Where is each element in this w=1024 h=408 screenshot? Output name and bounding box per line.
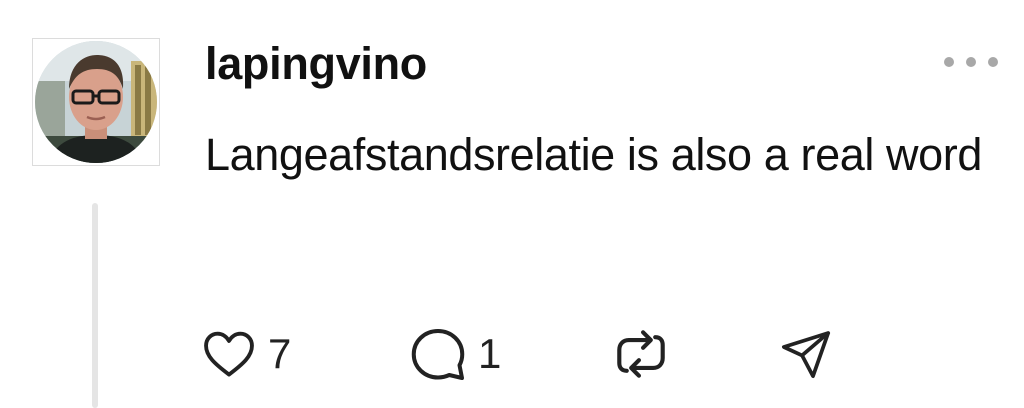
share-button[interactable] (778, 314, 834, 394)
more-horizontal-icon (944, 57, 954, 67)
thread-line (92, 203, 98, 408)
more-options-button[interactable] (944, 50, 998, 74)
like-count: 7 (268, 330, 292, 377)
more-horizontal-icon-dot (966, 57, 976, 67)
avatar[interactable] (32, 38, 160, 166)
username[interactable]: lapingvino (205, 36, 427, 92)
reply-count: 1 (478, 330, 502, 377)
send-icon (778, 326, 834, 382)
reply-button[interactable]: 1 (408, 314, 501, 394)
more-horizontal-icon-dot (988, 57, 998, 67)
post-actions: 7 1 (200, 314, 900, 394)
post-text: Langeafstandsrelatie is also a real word (205, 129, 982, 180)
repost-icon (610, 323, 672, 385)
comment-bubble-icon (408, 324, 468, 384)
repost-button[interactable] (610, 314, 672, 394)
heart-icon (200, 325, 258, 383)
post-card: lapingvino Langeafstandsrelatie is also … (0, 0, 1024, 408)
avatar-image (35, 41, 157, 163)
like-button[interactable]: 7 (200, 314, 291, 394)
